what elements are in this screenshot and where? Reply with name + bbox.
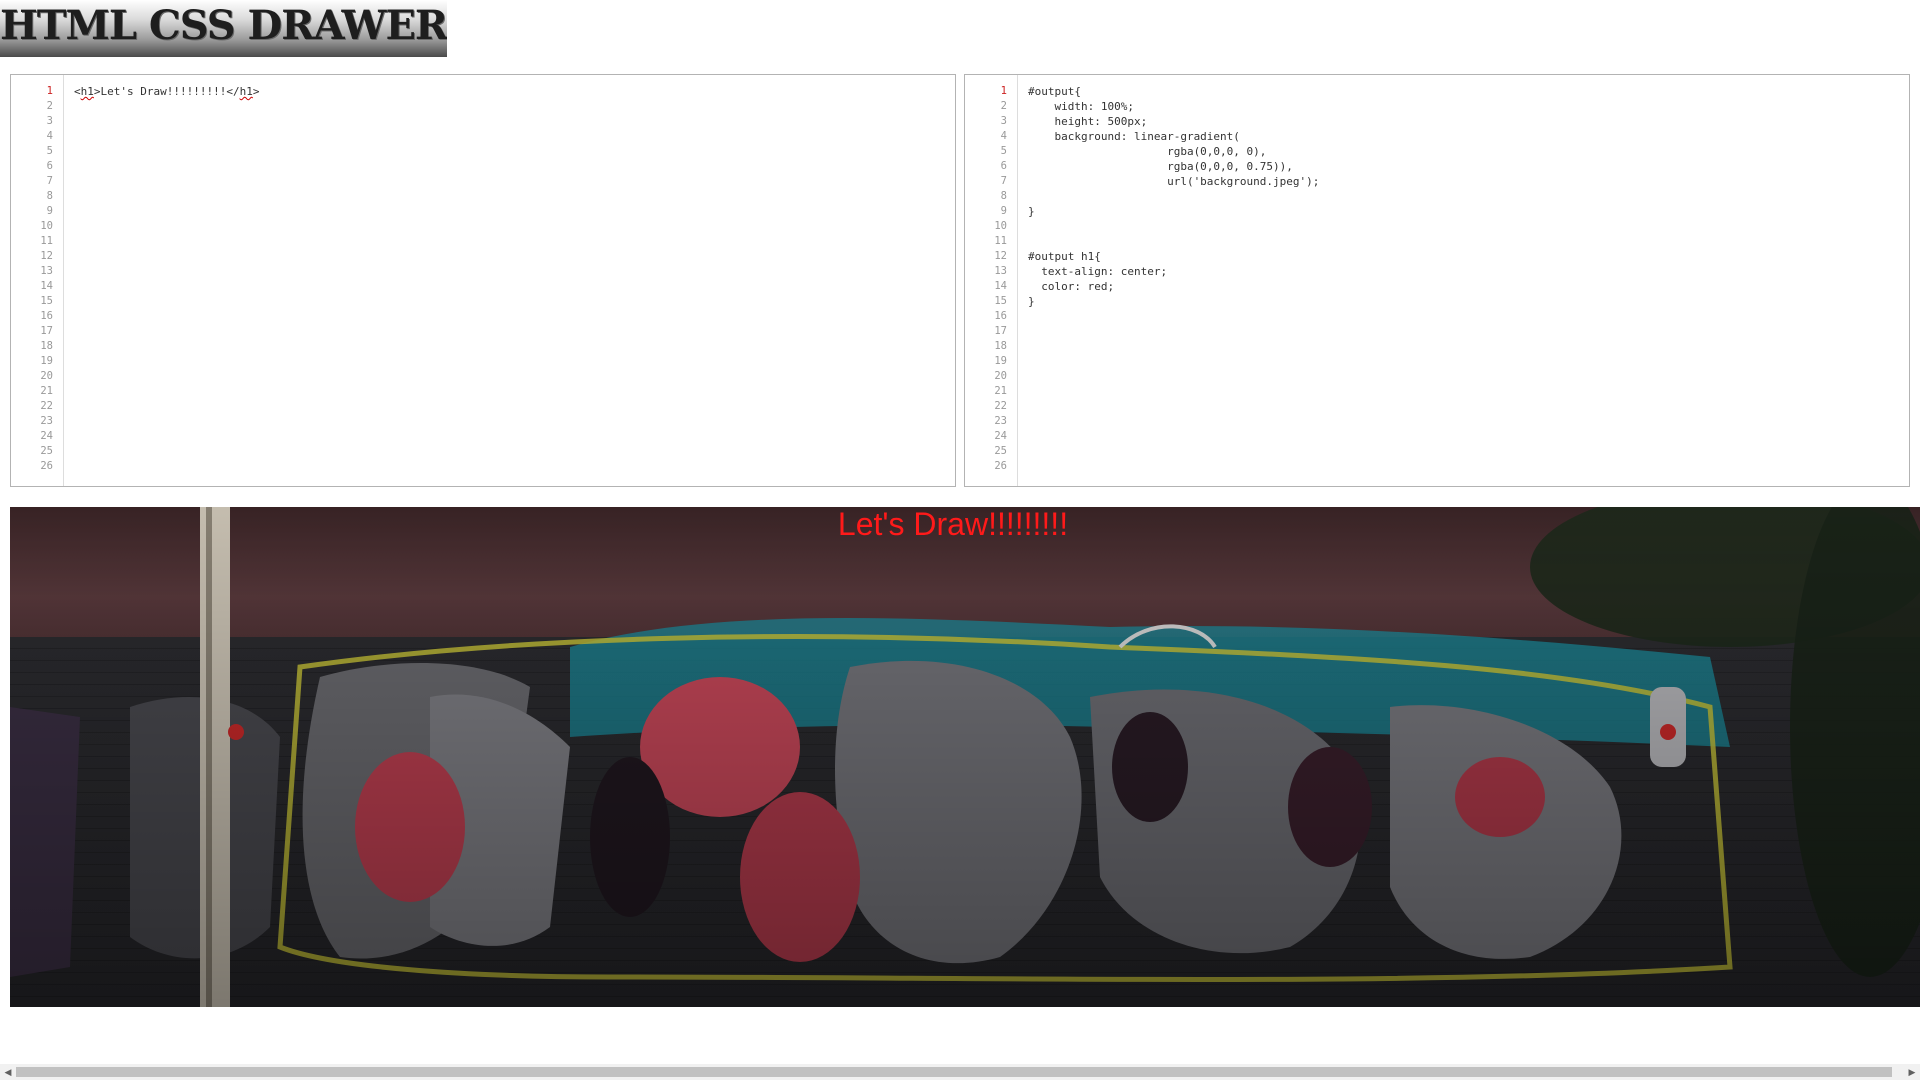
html-editor-line-number: 3 [46,115,53,127]
css-code-line-12[interactable]: #output h1{ [1028,249,1909,264]
css-editor-line-number: 20 [994,370,1007,382]
css-editor-line-number: 24 [994,430,1007,442]
html-editor-line-number: 6 [46,160,53,172]
html-editor-line-number: 11 [40,235,53,247]
html-editor-line-number: 10 [40,220,53,232]
css-code-line-10[interactable] [1028,219,1909,234]
scroll-right-arrow-icon[interactable]: ▶ [1904,1064,1920,1080]
html-editor-line-number: 16 [40,310,53,322]
html-code-line-1[interactable]: <h1>Let's Draw!!!!!!!!!</h1> [74,84,955,99]
output-preview: Let's Draw!!!!!!!!! [10,507,1920,1007]
css-code-line-13[interactable]: text-align: center; [1028,264,1909,279]
css-editor-line-number: 26 [994,460,1007,472]
css-code-line-5[interactable]: rgba(0,0,0, 0), [1028,144,1909,159]
css-code-editor[interactable]: 1 2 3 4 5 6 7 8 9 10 11 12 13 14 15 16 17 18 19 20 21 22 23 24 2… [964,74,1910,487]
spellcheck-squiggle: h1 [80,85,94,98]
css-editor-line-number: 18 [994,340,1007,352]
css-editor-line-number: 17 [994,325,1007,337]
css-code-line-11[interactable] [1028,234,1909,249]
css-editor-line-number: 21 [994,385,1007,397]
html-editor-line-number: 9 [46,205,53,217]
gradient-overlay [10,507,1920,1007]
css-editor-line-number: 23 [994,415,1007,427]
css-editor-line-number: 25 [994,445,1007,457]
html-editor-gutter: 1 2 3 4 5 6 7 8 9 10 11 12 13 14 15 16 17 18 19 20 21 22 23 24 2… [11,75,64,486]
html-editor-line-number: 14 [40,280,53,292]
css-code-line-3[interactable]: height: 500px; [1028,114,1909,129]
html-editor-line-number: 26 [40,460,53,472]
css-code-line-14[interactable]: color: red; [1028,279,1909,294]
horizontal-scrollbar[interactable]: ◀ ▶ [0,1064,1920,1080]
css-editor-line-number: 4 [1000,130,1007,142]
html-editor-line-number: 4 [46,130,53,142]
html-editor-line-number: 7 [46,175,53,187]
css-editor-line-number: 9 [1000,205,1007,217]
css-editor-line-number: 7 [1000,175,1007,187]
html-editor-line-number: 2 [46,100,53,112]
css-code-line-7[interactable]: url('background.jpeg'); [1028,174,1909,189]
html-editor-line-number: 21 [40,385,53,397]
css-editor-line-number: 13 [994,265,1007,277]
css-code-line-8[interactable] [1028,189,1909,204]
css-editor-line-number: 3 [1000,115,1007,127]
html-editor-line-number: 5 [46,145,53,157]
html-editor-line-number: 8 [46,190,53,202]
css-editor-line-number: 12 [994,250,1007,262]
css-editor-line-number: 16 [994,310,1007,322]
app-banner: HTML CSS DRAWER [0,0,447,57]
html-code-editor[interactable]: 1 2 3 4 5 6 7 8 9 10 11 12 13 14 15 16 17 18 19 20 21 22 23 24 2… [10,74,956,487]
css-editor-line-number: 2 [1000,100,1007,112]
css-editor-line-number: 8 [1000,190,1007,202]
css-editor-code[interactable]: #output{ width: 100%; height: 500px; bac… [1028,84,1909,309]
css-editor-line-number: 1 [1000,85,1007,97]
css-code-line-9[interactable]: } [1028,204,1909,219]
scrollbar-thumb[interactable] [16,1067,1892,1077]
css-editor-line-number: 14 [994,280,1007,292]
html-editor-line-number: 17 [40,325,53,337]
html-editor-line-number: 24 [40,430,53,442]
html-editor-line-number: 15 [40,295,53,307]
html-editor-line-number: 22 [40,400,53,412]
css-editor-line-number: 15 [994,295,1007,307]
css-editor-line-number: 10 [994,220,1007,232]
css-code-line-1[interactable]: #output{ [1028,84,1909,99]
output-heading: Let's Draw!!!!!!!!! [837,507,1069,542]
css-editor-line-number: 6 [1000,160,1007,172]
html-editor-code[interactable]: <h1>Let's Draw!!!!!!!!!</h1> [74,84,955,99]
html-editor-line-number: 1 [46,85,53,97]
css-editor-line-number: 11 [994,235,1007,247]
spellcheck-squiggle: h1 [239,85,253,98]
css-editor-line-number: 5 [1000,145,1007,157]
html-editor-line-number: 19 [40,355,53,367]
css-code-line-4[interactable]: background: linear-gradient( [1028,129,1909,144]
html-editor-line-number: 20 [40,370,53,382]
css-editor-line-number: 22 [994,400,1007,412]
app-title: HTML CSS DRAWER [0,2,447,49]
html-editor-line-number: 23 [40,415,53,427]
css-editor-gutter: 1 2 3 4 5 6 7 8 9 10 11 12 13 14 15 16 17 18 19 20 21 22 23 24 2… [965,75,1018,486]
scroll-left-arrow-icon[interactable]: ◀ [0,1064,16,1080]
css-code-line-6[interactable]: rgba(0,0,0, 0.75)), [1028,159,1909,174]
page: HTML CSS DRAWER 1 2 3 4 5 6 7 8 9 10 11 12 13 14 15 16 1… [0,0,1920,1080]
css-editor-line-number: 19 [994,355,1007,367]
html-editor-line-number: 18 [40,340,53,352]
css-code-line-2[interactable]: width: 100%; [1028,99,1909,114]
html-editor-line-number: 12 [40,250,53,262]
css-code-line-15[interactable]: } [1028,294,1909,309]
html-editor-line-number: 13 [40,265,53,277]
html-editor-line-number: 25 [40,445,53,457]
